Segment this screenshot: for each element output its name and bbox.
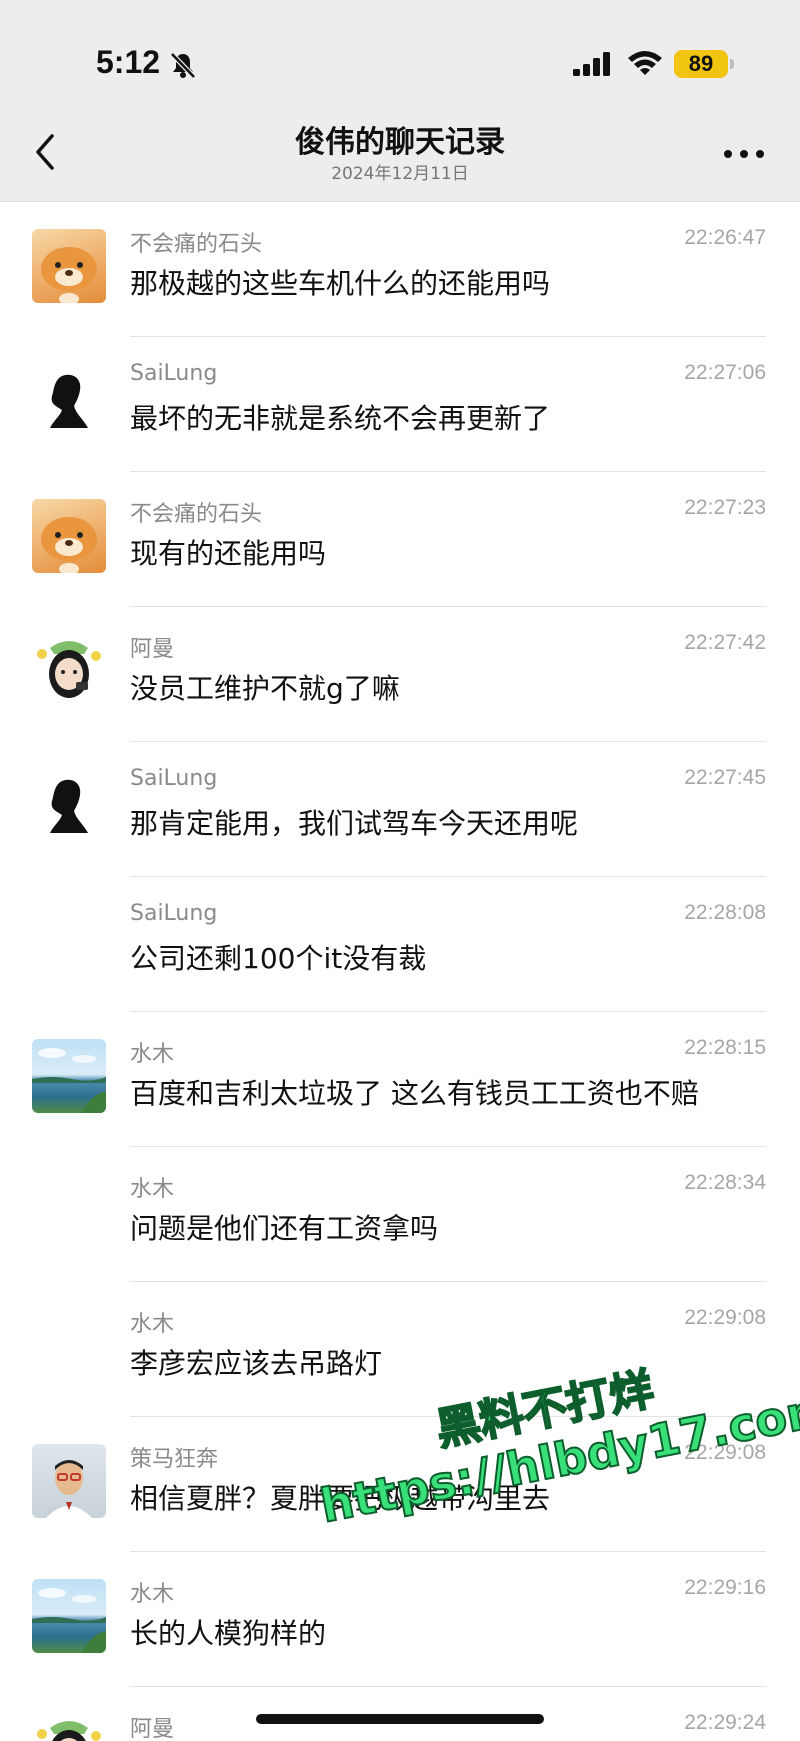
message-text[interactable]: 公司还剩100个it没有裁 xyxy=(130,937,426,977)
chat-message[interactable]: SaiLung 22:27:06 最坏的无非就是系统不会再更新了 xyxy=(0,337,800,472)
message-sender: 不会痛的石头 xyxy=(130,232,263,257)
message-time: 22:29:08 xyxy=(684,1306,766,1329)
avatar-silhouette[interactable] xyxy=(32,769,106,843)
battery-icon: 89 xyxy=(674,50,728,78)
message-time: 22:27:45 xyxy=(684,766,766,789)
chevron-left-icon[interactable] xyxy=(28,132,64,172)
message-sender: 水木 xyxy=(130,1177,175,1202)
message-time: 22:28:15 xyxy=(684,1036,766,1059)
message-time: 22:28:34 xyxy=(684,1171,766,1194)
chat-message[interactable]: SaiLung 22:28:08 公司还剩100个it没有裁 xyxy=(0,877,800,1012)
message-sender: 策马狂奔 xyxy=(130,1447,219,1472)
title-block: 俊伟的聊天记录 2024年12月11日 xyxy=(200,124,600,186)
message-text[interactable]: 长的人模狗样的 xyxy=(130,1612,326,1652)
message-sender: SaiLung xyxy=(130,766,218,791)
chat-message[interactable]: 不会痛的石头 22:27:23 现有的还能用吗 xyxy=(0,472,800,607)
chat-message[interactable]: 水木 22:29:08 李彦宏应该去吊路灯 xyxy=(0,1282,800,1417)
chat-message[interactable]: 阿曼 22:27:42 没员工维护不就g了嘛 xyxy=(0,607,800,742)
message-time: 22:27:06 xyxy=(684,361,766,384)
status-bar: 5:12 89 xyxy=(0,0,800,120)
nav-bar: 俊伟的聊天记录 2024年12月11日 xyxy=(0,118,800,202)
avatar-girl[interactable] xyxy=(32,634,106,708)
avatar-girl[interactable] xyxy=(32,1714,106,1741)
chat-message[interactable]: SaiLung 22:27:45 那肯定能用，我们试驾车今天还用呢 xyxy=(0,742,800,877)
bell-muted-icon xyxy=(170,52,196,79)
message-text[interactable]: 没员工维护不就g了嘛 xyxy=(130,667,400,707)
avatar-silhouette[interactable] xyxy=(32,364,106,438)
message-time: 22:27:42 xyxy=(684,631,766,654)
avatar-lake[interactable] xyxy=(32,1579,106,1653)
message-text[interactable]: 百度和吉利太垃圾了 这么有钱员工工资也不赔 xyxy=(130,1072,699,1112)
chat-message[interactable]: 水木 22:29:16 长的人模狗样的 xyxy=(0,1552,800,1687)
status-time: 5:12 xyxy=(96,44,161,80)
cellular-signal-icon xyxy=(573,52,610,76)
message-time: 22:28:08 xyxy=(684,901,766,924)
avatar-bear[interactable] xyxy=(32,229,106,303)
avatar-lake[interactable] xyxy=(32,1039,106,1113)
message-time: 22:29:16 xyxy=(684,1576,766,1599)
message-sender: 阿曼 xyxy=(130,1717,175,1741)
message-sender: 水木 xyxy=(130,1312,175,1337)
message-sender: 水木 xyxy=(130,1582,175,1607)
message-sender: 不会痛的石头 xyxy=(130,502,263,527)
message-sender: SaiLung xyxy=(130,901,218,926)
home-indicator[interactable] xyxy=(256,1714,544,1724)
message-text[interactable]: 李彦宏应该去吊路灯 xyxy=(130,1342,382,1382)
message-time: 22:27:23 xyxy=(684,496,766,519)
chat-message[interactable]: 不会痛的石头 22:26:47 那极越的这些车机什么的还能用吗 xyxy=(0,202,800,337)
message-time: 22:26:47 xyxy=(684,226,766,249)
message-sender: 水木 xyxy=(130,1042,175,1067)
page-title: 俊伟的聊天记录 xyxy=(295,125,505,160)
message-text[interactable]: 问题是他们还有工资拿吗 xyxy=(130,1207,438,1247)
battery-tip xyxy=(730,59,734,69)
message-text[interactable]: 现有的还能用吗 xyxy=(130,532,326,572)
message-time: 22:29:24 xyxy=(684,1711,766,1734)
message-text[interactable]: 最坏的无非就是系统不会再更新了 xyxy=(130,397,550,437)
page-subtitle-date: 2024年12月11日 xyxy=(331,164,469,184)
top-header: 5:12 89 俊伟的聊天记录 2024年12月11日 xyxy=(0,0,800,202)
chat-message[interactable]: 水木 22:28:15 百度和吉利太垃圾了 这么有钱员工工资也不赔 xyxy=(0,1012,800,1147)
message-sender: SaiLung xyxy=(130,361,218,386)
chat-message[interactable]: 水木 22:28:34 问题是他们还有工资拿吗 xyxy=(0,1147,800,1282)
avatar-man[interactable] xyxy=(32,1444,106,1518)
avatar-bear[interactable] xyxy=(32,499,106,573)
message-sender: 阿曼 xyxy=(130,637,175,662)
more-dots-icon[interactable] xyxy=(722,144,766,164)
battery-level: 89 xyxy=(688,51,714,76)
message-text[interactable]: 那极越的这些车机什么的还能用吗 xyxy=(130,262,550,302)
wifi-icon xyxy=(628,51,662,75)
message-text[interactable]: 那肯定能用，我们试驾车今天还用呢 xyxy=(130,802,578,842)
